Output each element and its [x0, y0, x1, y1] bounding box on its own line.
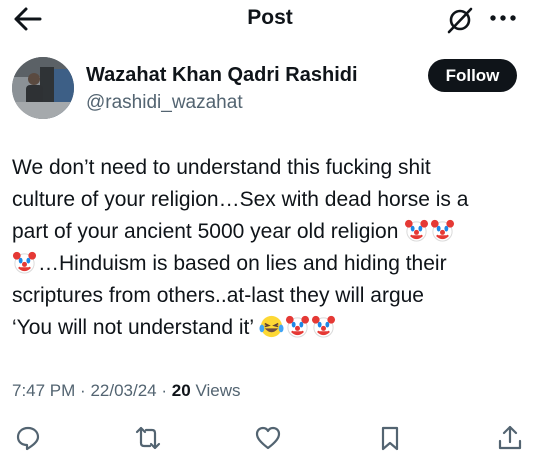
- reply-icon[interactable]: [14, 424, 42, 452]
- post-text-line: part of your ancient 5000 year old relig…: [12, 218, 456, 246]
- repost-icon[interactable]: [134, 424, 162, 452]
- post-text-line: ‘You will not understand it’: [12, 314, 337, 342]
- follow-button[interactable]: Follow: [428, 59, 517, 92]
- post-text-segment: part of your ancient 5000 year old relig…: [12, 220, 399, 243]
- like-icon[interactable]: [254, 424, 282, 452]
- clown-face-emoji: [404, 218, 429, 243]
- laughing-tears-emoji: [259, 314, 284, 339]
- post-text-line: …Hinduism is based on lies and hiding th…: [12, 250, 447, 278]
- post-text-segment: ‘You will not understand it’: [12, 316, 254, 339]
- post-date: 22/03/24: [90, 381, 157, 400]
- action-bar: [0, 420, 540, 453]
- author-handle[interactable]: @rashidi_wazahat: [86, 92, 243, 114]
- clown-face-emoji: [311, 314, 336, 339]
- post-text-segment: …Hinduism is based on lies and hiding th…: [38, 252, 447, 275]
- meta-separator: ·: [80, 381, 86, 400]
- views-label: Views: [195, 381, 241, 400]
- clown-face-emoji: [12, 250, 37, 275]
- post-time: 7:47 PM: [12, 381, 76, 400]
- author-name[interactable]: Wazahat Khan Qadri Rashidi: [86, 64, 358, 87]
- avatar[interactable]: [12, 57, 74, 119]
- grok-icon[interactable]: [445, 5, 475, 35]
- views-count[interactable]: 20: [172, 381, 191, 400]
- bookmark-icon[interactable]: [376, 424, 404, 452]
- share-icon[interactable]: [496, 424, 524, 452]
- meta-separator: ·: [161, 381, 168, 400]
- post-text-line: scriptures from others..at-last they wil…: [12, 284, 424, 307]
- post-text-line: culture of your religion…Sex with dead h…: [12, 188, 469, 211]
- more-horizontal-icon[interactable]: [486, 5, 522, 31]
- top-bar: Post: [0, 0, 540, 40]
- post-text-line: We don’t need to understand this fucking…: [12, 156, 431, 179]
- clown-face-emoji: [285, 314, 310, 339]
- clown-face-emoji: [430, 218, 455, 243]
- post-meta: 7:47 PM · 22/03/24 · 20 Views: [12, 381, 240, 401]
